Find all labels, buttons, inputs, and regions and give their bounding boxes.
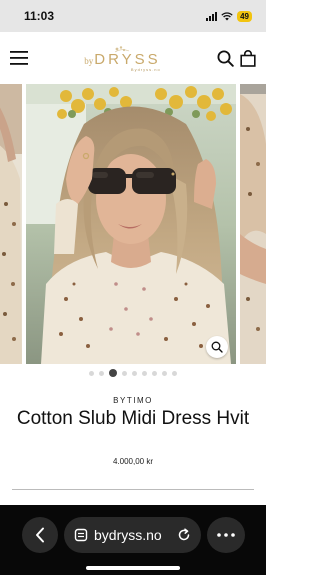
more-icon xyxy=(217,533,235,537)
hamburger-menu-icon[interactable] xyxy=(10,51,28,65)
gallery-dot[interactable] xyxy=(109,369,117,377)
header-actions xyxy=(217,49,256,67)
gallery-dot[interactable] xyxy=(99,370,104,376)
gallery-dot[interactable] xyxy=(142,370,147,376)
product-price: 4.000,00 kr xyxy=(112,457,154,466)
divider xyxy=(12,489,254,490)
gallery-dot[interactable] xyxy=(162,370,167,376)
back-button[interactable] xyxy=(22,517,58,553)
gallery-dot[interactable] xyxy=(152,370,157,376)
address-bar[interactable]: bydryss.no xyxy=(64,517,201,553)
shopping-bag-icon[interactable] xyxy=(240,49,256,67)
logo-name: DRYSS xyxy=(94,50,161,68)
site-logo[interactable]: by DRYSS Bydryss.no xyxy=(84,45,160,72)
zoom-button[interactable] xyxy=(206,336,228,358)
gallery-slide-next[interactable] xyxy=(240,84,266,364)
zoom-icon xyxy=(211,341,223,353)
gallery-pagination xyxy=(0,369,266,377)
gallery-dot[interactable] xyxy=(89,370,94,376)
chevron-left-icon xyxy=(36,527,44,543)
site-header: by DRYSS Bydryss.no xyxy=(0,32,266,84)
product-photo xyxy=(26,84,236,364)
browser-toolbar: bydryss.no xyxy=(0,505,266,575)
search-icon[interactable] xyxy=(217,50,234,67)
wifi-icon xyxy=(221,11,233,20)
address-url: bydryss.no xyxy=(94,527,162,543)
gallery-dot[interactable] xyxy=(122,370,127,376)
signal-icon xyxy=(206,11,218,21)
product-title: Cotton Slub Midi Dress Hvit xyxy=(16,408,250,429)
reload-icon[interactable] xyxy=(177,528,191,542)
logo-subtext: Bydryss.no xyxy=(130,66,161,72)
gallery-slide-main[interactable] xyxy=(26,84,236,364)
home-indicator[interactable] xyxy=(86,566,180,570)
gallery-dot[interactable] xyxy=(172,370,177,376)
product-gallery[interactable] xyxy=(0,84,266,364)
status-bar: 11:03 49 xyxy=(0,0,266,32)
gallery-slide-previous[interactable] xyxy=(0,84,22,364)
logo-prefix: by xyxy=(84,55,94,66)
gallery-dot[interactable] xyxy=(132,370,137,376)
tab-settings-icon[interactable] xyxy=(74,528,88,542)
more-button[interactable] xyxy=(207,517,245,553)
status-icons: 49 xyxy=(206,10,252,22)
battery-icon: 49 xyxy=(237,10,252,22)
status-time: 11:03 xyxy=(24,9,55,23)
product-brand[interactable]: BYTIMO xyxy=(0,396,266,405)
